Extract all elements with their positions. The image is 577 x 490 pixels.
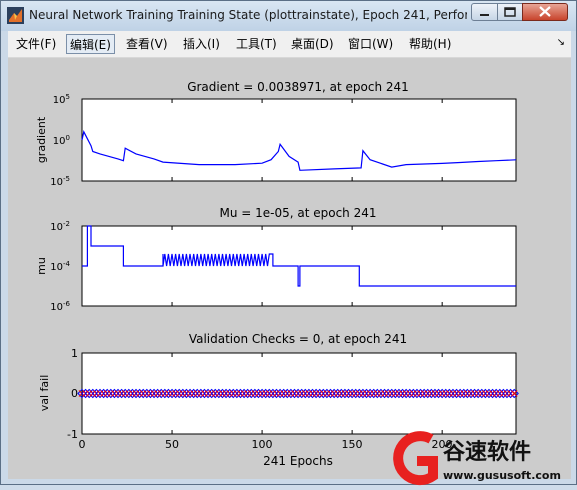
mu-ytick-top: 10-2 — [50, 220, 70, 233]
minimize-icon — [480, 14, 489, 16]
menu-view[interactable]: 查看(V) — [123, 34, 171, 54]
mu-title: Mu = 1e-05, at epoch 241 — [219, 206, 376, 220]
matlab-icon — [7, 7, 24, 24]
maximize-icon — [504, 7, 516, 17]
gradient-ytick-top: 105 — [53, 93, 70, 106]
close-button[interactable] — [522, 3, 568, 21]
menu-window[interactable]: 窗口(W) — [345, 34, 396, 54]
val-ytick-top: 1 — [71, 347, 78, 360]
figure-window: Neural Network Training Training State (… — [0, 0, 577, 486]
maximize-button[interactable] — [497, 3, 523, 21]
menu-file[interactable]: 文件(F) — [13, 34, 59, 54]
mu-yticks: 10-2 10-4 10-6 — [50, 220, 70, 313]
mu-ytick-mid: 10-4 — [50, 260, 70, 273]
menu-edit[interactable]: 编辑(E) — [66, 34, 115, 54]
val-ytick-mid: 0 — [71, 387, 78, 400]
figure-canvas: Gradient = 0.0038971, at epoch 241 gradi… — [8, 58, 571, 479]
menu-insert[interactable]: 插入(I) — [180, 34, 223, 54]
val-yticks: 1 0 -1 — [67, 347, 78, 441]
watermark-url: www.gususoft.com — [443, 469, 561, 482]
menu-help[interactable]: 帮助(H) — [406, 34, 454, 54]
gusu-logo-icon: 谷速软件 www.gususoft.com — [393, 431, 561, 486]
plots-svg: Gradient = 0.0038971, at epoch 241 gradi… — [35, 80, 519, 468]
gradient-ytick-mid: 100 — [53, 134, 70, 147]
chevron-icon[interactable]: ↘ — [557, 37, 565, 48]
val-ytick-bottom: -1 — [67, 428, 78, 441]
close-icon — [539, 6, 551, 17]
gradient-yticks: 105 100 10-5 — [50, 93, 70, 188]
title-bar[interactable]: Neural Network Training Training State (… — [1, 1, 576, 31]
val-ylabel: val fail — [38, 375, 51, 412]
window-title: Neural Network Training Training State (… — [29, 8, 467, 22]
x-axis-label: 241 Epochs — [263, 454, 333, 468]
gradient-ytick-bottom: 10-5 — [50, 175, 70, 188]
xtick-50: 50 — [165, 438, 179, 451]
xtick-100: 100 — [252, 438, 273, 451]
val-title: Validation Checks = 0, at epoch 241 — [189, 332, 407, 346]
mu-ylabel: mu — [35, 257, 48, 275]
mu-ytick-bottom: 10-6 — [50, 300, 70, 313]
menu-tools[interactable]: 工具(T) — [233, 34, 280, 54]
xtick-0: 0 — [79, 438, 86, 451]
watermark-cn: 谷速软件 — [443, 439, 531, 465]
minimize-button[interactable] — [471, 3, 498, 21]
gradient-title: Gradient = 0.0038971, at epoch 241 — [187, 80, 409, 94]
menu-desktop[interactable]: 桌面(D) — [288, 34, 337, 54]
gradient-ylabel: gradient — [35, 116, 48, 163]
menu-bar: 文件(F) 编辑(E) 查看(V) 插入(I) 工具(T) 桌面(D) 窗口(W… — [8, 31, 571, 58]
xtick-150: 150 — [342, 438, 363, 451]
watermark-logo: 谷速软件 www.gususoft.com — [383, 431, 577, 486]
